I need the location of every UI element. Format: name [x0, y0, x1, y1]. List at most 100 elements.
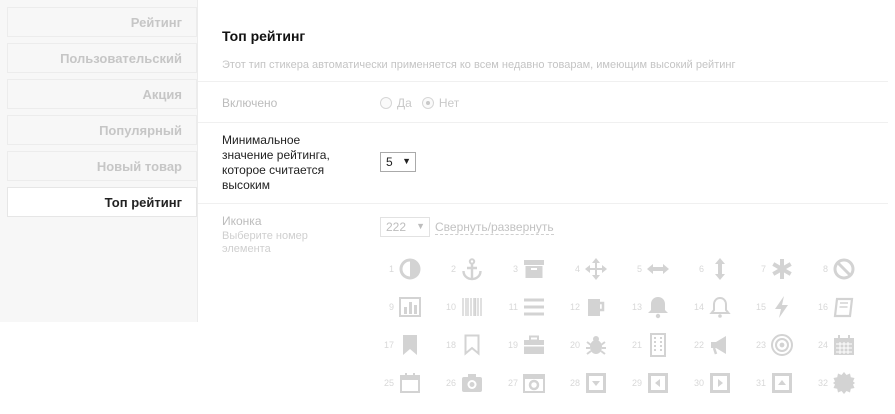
icon-field-label: Иконка — [222, 214, 262, 228]
icon-option[interactable]: 6 — [690, 255, 752, 285]
icon-option[interactable]: 24 — [814, 331, 876, 361]
sidebar-item-rating[interactable]: Рейтинг — [7, 7, 197, 37]
icon-option[interactable]: 5 — [628, 255, 690, 285]
bell-outline-icon — [707, 293, 733, 321]
sidebar-item-promo[interactable]: Акция — [7, 79, 197, 109]
icon-option-number: 25 — [383, 378, 394, 388]
icon-option-number: 23 — [755, 340, 766, 350]
min-rating-label-line: которое считается — [222, 163, 325, 177]
caret-square-left-icon — [645, 369, 671, 397]
icon-option[interactable]: 17 — [380, 331, 442, 361]
icon-option[interactable]: 31 — [752, 369, 814, 399]
sidebar-item-top-rating[interactable]: Топ рейтинг — [7, 187, 197, 217]
icon-option[interactable]: 20 — [566, 331, 628, 361]
icon-option[interactable]: 8 — [814, 255, 876, 285]
enabled-yes-radio[interactable] — [380, 97, 392, 109]
icon-option-number: 15 — [755, 302, 766, 312]
icon-option[interactable]: 15 — [752, 293, 814, 323]
icon-option-number: 9 — [388, 302, 394, 312]
icon-option-number: 29 — [631, 378, 642, 388]
caret-square-right-icon — [707, 369, 733, 397]
icon-option[interactable]: 26 — [442, 369, 504, 399]
sidebar-item-custom[interactable]: Пользовательский — [7, 43, 197, 73]
enabled-label: Включено — [222, 96, 278, 110]
enabled-no-label: Нет — [438, 96, 460, 110]
enabled-yes-label: Да — [397, 96, 412, 110]
icon-option[interactable]: 32 — [814, 369, 876, 399]
sidebar-item-popular[interactable]: Популярный — [7, 115, 197, 145]
icon-option-number: 20 — [569, 340, 580, 350]
icon-option[interactable]: 4 — [566, 255, 628, 285]
bell-filled-icon — [645, 293, 671, 321]
icon-option[interactable]: 13 — [628, 293, 690, 323]
move-arrows-icon — [583, 255, 609, 283]
vertical-arrows-icon — [707, 255, 733, 283]
chevron-down-icon: ▼ — [416, 221, 425, 231]
icon-option-number: 30 — [693, 378, 704, 388]
page-title: Топ рейтинг — [222, 28, 306, 44]
ban-icon — [831, 255, 857, 283]
icon-option[interactable]: 23 — [752, 331, 814, 361]
sticker-type-sidebar: Рейтинг Пользовательский Акция Популярны… — [0, 0, 198, 322]
icon-option-number: 26 — [445, 378, 456, 388]
icon-field-hint: Выберите номер элемента — [222, 230, 308, 256]
icon-option-number: 12 — [569, 302, 580, 312]
asterisk-icon — [769, 255, 795, 283]
min-rating-label-line: высоким — [222, 178, 271, 192]
icon-field-hint-line: Выберите номер — [222, 230, 308, 242]
briefcase-icon — [521, 331, 547, 359]
icon-option[interactable]: 28 — [566, 369, 628, 399]
min-rating-label-line: Минимальное — [222, 133, 301, 147]
icon-option-number: 24 — [817, 340, 828, 350]
icon-option[interactable]: 16 — [814, 293, 876, 323]
divider — [198, 81, 888, 82]
list-lines-icon — [521, 293, 547, 321]
icon-option[interactable]: 10 — [442, 293, 504, 323]
enabled-radio-group: Да Нет — [380, 96, 459, 110]
icon-number-select[interactable]: 222 ▼ — [380, 217, 430, 237]
icon-option[interactable]: 11 — [504, 293, 566, 323]
horizontal-arrows-icon — [645, 255, 671, 283]
icon-option[interactable]: 18 — [442, 331, 504, 361]
icon-option-number: 6 — [698, 264, 704, 274]
icon-option-number: 7 — [760, 264, 766, 274]
icon-option[interactable]: 1 — [380, 255, 442, 285]
icon-option[interactable]: 2 — [442, 255, 504, 285]
icon-option[interactable]: 9 — [380, 293, 442, 323]
icon-option[interactable]: 25 — [380, 369, 442, 399]
icon-option-number: 3 — [512, 264, 518, 274]
anchor-icon — [459, 255, 485, 283]
icon-option[interactable]: 29 — [628, 369, 690, 399]
min-rating-label-line: значение рейтинга, — [222, 148, 330, 162]
divider — [198, 122, 888, 123]
barcode-icon — [459, 293, 485, 321]
icon-option[interactable]: 21 — [628, 331, 690, 361]
archive-box-icon — [521, 255, 547, 283]
icon-option-number: 17 — [383, 340, 394, 350]
camera-retro-icon — [521, 369, 547, 397]
enabled-no-radio[interactable] — [421, 97, 434, 109]
icon-option[interactable]: 22 — [690, 331, 752, 361]
icon-option[interactable]: 7 — [752, 255, 814, 285]
bug-icon — [583, 331, 609, 359]
icon-option[interactable]: 14 — [690, 293, 752, 323]
icon-option-number: 32 — [817, 378, 828, 388]
icon-option-number: 11 — [508, 302, 518, 312]
icon-option-number: 4 — [574, 264, 580, 274]
icon-option[interactable]: 30 — [690, 369, 752, 399]
icon-option[interactable]: 3 — [504, 255, 566, 285]
bullseye-icon — [769, 331, 795, 359]
sidebar-item-new-product[interactable]: Новый товар — [7, 151, 197, 181]
chevron-down-icon: ▼ — [402, 156, 411, 166]
icon-option[interactable]: 12 — [566, 293, 628, 323]
icon-option[interactable]: 19 — [504, 331, 566, 361]
min-rating-select[interactable]: 5 ▼ — [380, 152, 416, 172]
icon-option-number: 10 — [445, 302, 456, 312]
icon-option[interactable]: 27 — [504, 369, 566, 399]
beer-mug-icon — [583, 293, 609, 321]
icon-option-number: 5 — [636, 264, 642, 274]
icon-option-number: 31 — [755, 378, 766, 388]
icon-option-number: 13 — [631, 302, 642, 312]
caret-square-down-icon — [583, 369, 609, 397]
collapse-expand-link[interactable]: Свернуть/развернуть — [435, 220, 554, 235]
